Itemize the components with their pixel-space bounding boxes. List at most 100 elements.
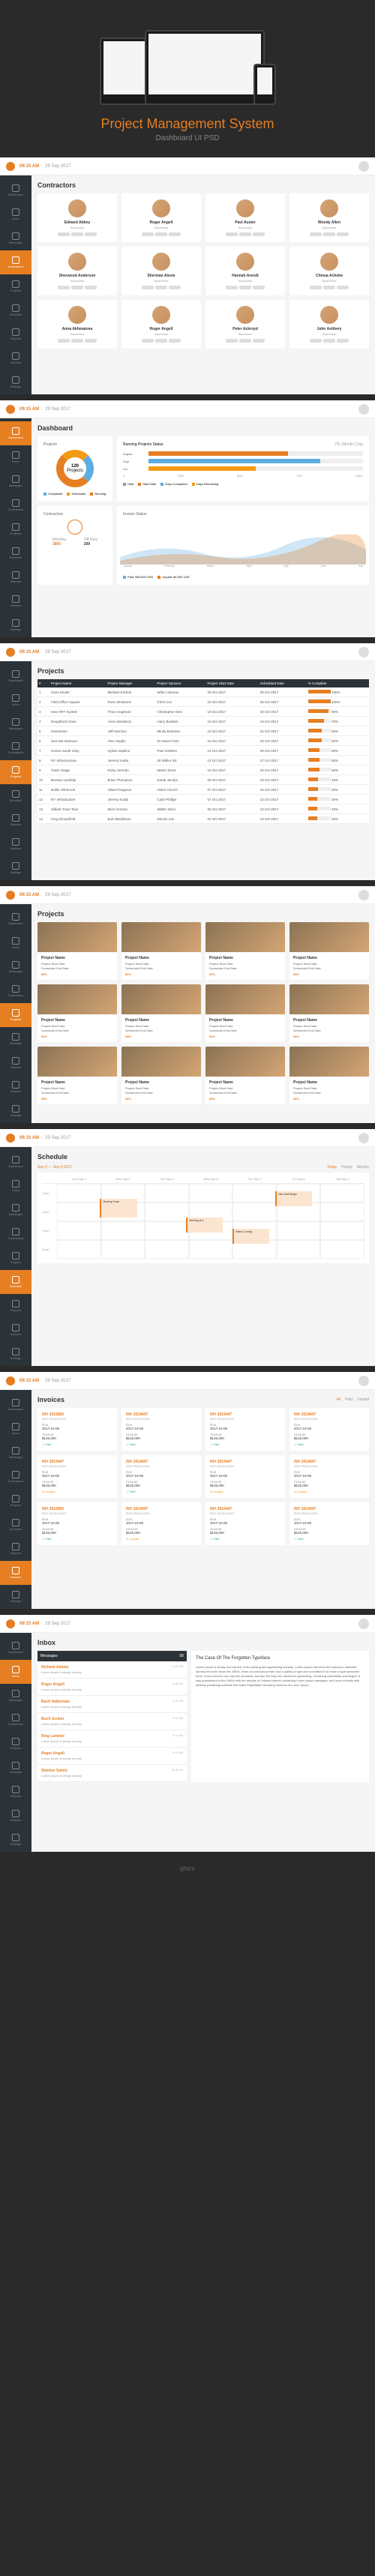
calendar-event[interactable]: New Shift Begin — [275, 1191, 312, 1206]
sidebar-item-messages[interactable]: Messages — [0, 226, 32, 250]
sidebar-item-reports[interactable]: Reports — [0, 1294, 32, 1318]
table-row[interactable]: 6Sea Isle WystounAlex HogdinDr David Che… — [38, 736, 369, 746]
user-avatar[interactable] — [358, 404, 369, 415]
project-card[interactable]: Project NameProject Start DateScheduled … — [290, 1047, 369, 1104]
project-card[interactable]: Project NameProject Start DateScheduled … — [206, 984, 285, 1042]
sidebar-item-settings[interactable]: Settings — [0, 370, 32, 394]
sidebar-item-projects[interactable]: Projects — [0, 760, 32, 784]
invoice-card[interactable]: INV 20194472017-09-29 12:00Due2017-10-05… — [206, 1502, 285, 1545]
invoice-card[interactable]: INV 20194472017-09-29 12:00Due2017-10-05… — [206, 1455, 285, 1498]
invoice-card[interactable]: INV 20194472017-09-29 12:00Due2017-10-05… — [290, 1408, 369, 1451]
sidebar-item-inbox[interactable]: Inbox — [0, 688, 32, 712]
sidebar-item-dashboard[interactable]: Dashboard — [0, 907, 32, 931]
sidebar-item-projects[interactable]: Projects — [0, 1732, 32, 1756]
message-item[interactable]: 10:16 AMRing LardnerLorem Ipsum is simpl… — [38, 1730, 187, 1748]
user-avatar[interactable] — [358, 161, 369, 172]
sidebar-item-contractors[interactable]: Contractors — [0, 1222, 32, 1246]
table-header[interactable]: Project Name — [50, 679, 106, 687]
sidebar-item-dashboard[interactable]: Dashboard — [0, 1393, 32, 1417]
sidebar-item-settings[interactable]: Settings — [0, 856, 32, 880]
sidebar-item-inbox[interactable]: Inbox — [0, 1174, 32, 1198]
sidebar-item-schedule[interactable]: Schedule — [0, 1756, 32, 1780]
calendar-event[interactable]: Visitor Coming — [232, 1229, 269, 1244]
user-avatar[interactable] — [358, 1133, 369, 1143]
contractor-card[interactable]: Roger AngellSupervisor — [122, 193, 201, 242]
table-row[interactable]: 13Silkisle Town TwinMick HermanWalter St… — [38, 804, 369, 814]
contractor-card[interactable]: Hannah ArendtSupervisor — [206, 247, 285, 295]
sidebar-item-dashboard[interactable]: Dashboard — [0, 1150, 32, 1174]
table-row[interactable]: 1Onze KinderMichael GorbokWilla Coleman2… — [38, 687, 369, 697]
invoice-tab[interactable]: Unpaid — [357, 1397, 369, 1402]
message-item[interactable]: 09:45 AMStanton SalvinLorem Ipsum is sim… — [38, 1765, 187, 1782]
table-header[interactable]: Project Start Date — [206, 679, 258, 687]
table-row[interactable]: 8NY InfrastructureJeremy Kodia28 Wilbur … — [38, 756, 369, 765]
sidebar-item-schedule[interactable]: Schedule — [0, 1270, 32, 1294]
sidebar-item-reports[interactable]: Reports — [0, 1537, 32, 1561]
contractor-card[interactable]: Anna AkhmatovaSupervisor — [38, 300, 117, 349]
contractor-card[interactable]: Sherman AlexieSupervisor — [122, 247, 201, 295]
sidebar-item-reports[interactable]: Reports — [0, 1780, 32, 1804]
sidebar-item-invoices[interactable]: Invoices — [0, 346, 32, 370]
sidebar-item-dashboard[interactable]: Dashboard — [0, 664, 32, 688]
calendar-event[interactable]: Meeting Team — [100, 1199, 136, 1218]
sidebar-item-settings[interactable]: Settings — [0, 1099, 32, 1123]
user-avatar[interactable] — [358, 1376, 369, 1386]
sidebar-item-settings[interactable]: Settings — [0, 613, 32, 637]
sidebar-item-dashboard[interactable]: Dashboard — [0, 178, 32, 202]
project-card[interactable]: Project NameProject Start DateScheduled … — [38, 1047, 117, 1104]
table-row[interactable]: 5InverstownJeff HarrisonMindy Bowman16 O… — [38, 726, 369, 736]
user-avatar[interactable] — [358, 647, 369, 657]
invoice-card[interactable]: INV 20194472017-09-29 12:00Due2017-10-05… — [290, 1455, 369, 1498]
project-card[interactable]: Project NameProject Start DateScheduled … — [290, 984, 369, 1042]
sidebar-item-schedule[interactable]: Schedule — [0, 1027, 32, 1051]
invoice-tab[interactable]: All — [337, 1397, 341, 1402]
table-header[interactable]: # — [38, 679, 50, 687]
invoice-card[interactable]: INV 20158922017-09-29 12:00Due2017-10-05… — [38, 1502, 117, 1545]
invoice-card[interactable]: INV 20194472017-09-29 12:00Due2017-10-05… — [38, 1455, 117, 1498]
invoice-card[interactable]: INV 20194472017-09-29 12:00Due2017-10-05… — [206, 1408, 285, 1451]
invoice-tab[interactable]: Paid — [345, 1397, 352, 1402]
sidebar-item-dashboard[interactable]: Dashboard — [0, 421, 32, 445]
table-row[interactable]: 3Kew HRT SystemThom AngelsonChristopher … — [38, 707, 369, 717]
table-row[interactable]: 4Roughford CloseAnne SteinbeckHarry Bowl… — [38, 717, 369, 726]
date-range[interactable]: Sep 3 — Sep 9 2017 — [38, 1165, 72, 1170]
sidebar-item-inbox[interactable]: Inbox — [0, 1417, 32, 1441]
sidebar-item-invoices[interactable]: Invoices — [0, 832, 32, 856]
sidebar-item-projects[interactable]: Projects — [0, 1246, 32, 1270]
sidebar-item-messages[interactable]: Messages — [0, 1684, 32, 1708]
sidebar-item-invoices[interactable]: Invoices — [0, 1318, 32, 1342]
table-header[interactable]: % Complete — [307, 679, 369, 687]
user-avatar[interactable] — [358, 890, 369, 900]
sidebar-item-dashboard[interactable]: Dashboard — [0, 1636, 32, 1660]
sidebar-item-contractors[interactable]: Contractors — [0, 736, 32, 760]
sidebar-item-messages[interactable]: Messages — [0, 469, 32, 493]
message-item[interactable]: 10:00 AMRoger AngellLorem Ipsum is simpl… — [38, 1748, 187, 1765]
project-card[interactable]: Project NameProject Start DateScheduled … — [38, 984, 117, 1042]
sidebar-item-schedule[interactable]: Schedule — [0, 298, 32, 322]
table-row[interactable]: 9Tower StageRicky HermanMartin Stone10 O… — [38, 765, 369, 775]
contractor-card[interactable]: Roger AngellSupervisor — [122, 300, 201, 349]
schedule-tab[interactable]: Hourly — [341, 1165, 352, 1170]
message-item[interactable]: 10:32 AMBach HaltermanLorem Ipsum is sim… — [38, 1696, 187, 1713]
sidebar-item-inbox[interactable]: Inbox — [0, 445, 32, 469]
sidebar-item-messages[interactable]: Messages — [0, 955, 32, 979]
sidebar-item-invoices[interactable]: Invoices — [0, 1561, 32, 1585]
project-card[interactable]: Project NameProject Start DateScheduled … — [38, 922, 117, 980]
sidebar-item-settings[interactable]: Settings — [0, 1342, 32, 1366]
project-card[interactable]: Project NameProject Start DateScheduled … — [206, 1047, 285, 1104]
invoice-card[interactable]: INV 20158922017-09-29 12:00Due2017-10-05… — [38, 1408, 117, 1451]
calendar-event[interactable]: Meeting at 4 — [186, 1218, 223, 1233]
message-item[interactable]: 10:20 AMBuch GruberLorem Ipsum is simply… — [38, 1713, 187, 1730]
contractor-card[interactable]: Chinua AchebeSupervisor — [290, 247, 369, 295]
sidebar-item-inbox[interactable]: Inbox — [0, 931, 32, 955]
project-card[interactable]: Project NameProject Start DateScheduled … — [122, 922, 201, 980]
sidebar-item-settings[interactable]: Settings — [0, 1828, 32, 1852]
invoice-card[interactable]: INV 20194472017-09-29 12:00Due2017-10-05… — [122, 1408, 201, 1451]
table-row[interactable]: 10Burnley LandslipBrian ThompsonSarah Ja… — [38, 775, 369, 785]
sidebar-item-contractors[interactable]: Contractors — [0, 1465, 32, 1489]
sidebar-item-reports[interactable]: Reports — [0, 1051, 32, 1075]
contractor-card[interactable]: John AshberySupervisor — [290, 300, 369, 349]
sidebar-item-schedule[interactable]: Schedule — [0, 784, 32, 808]
calendar[interactable]: Sun Sep 3Mon Sep 4Tue Sep 5Wed Sep 6Thu … — [38, 1173, 369, 1263]
sidebar-item-invoices[interactable]: Invoices — [0, 1075, 32, 1099]
